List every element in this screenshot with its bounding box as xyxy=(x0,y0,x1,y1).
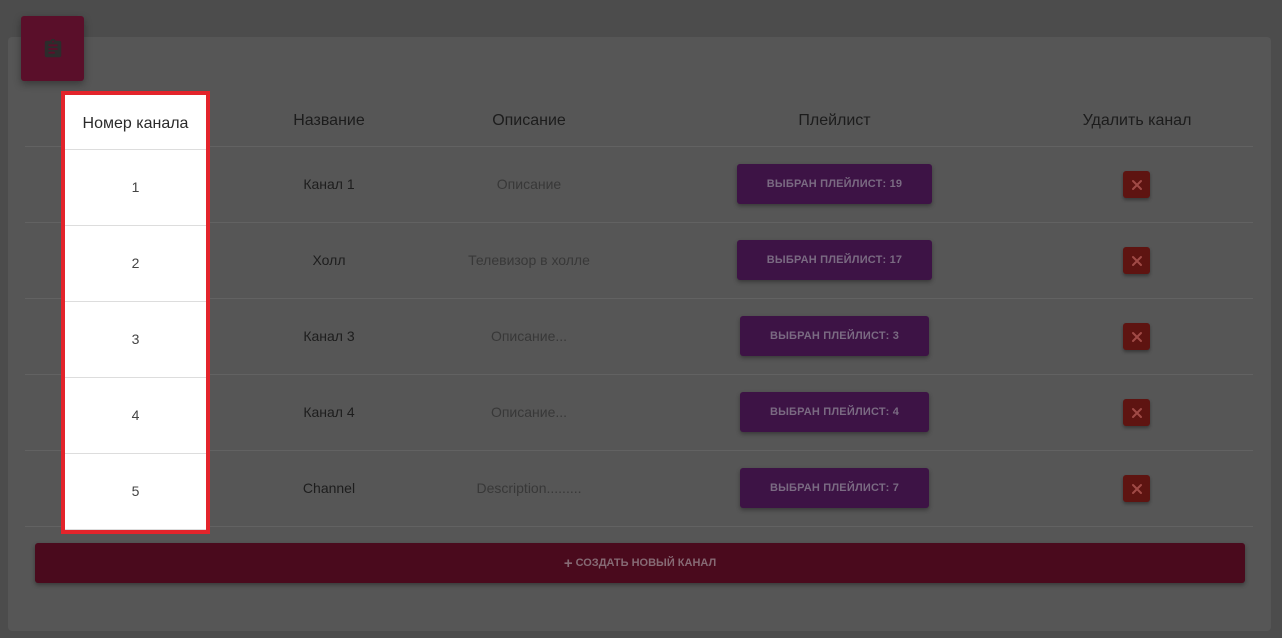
channel-name: Channel xyxy=(302,480,356,496)
channel-description: Описание xyxy=(496,176,562,192)
playlist-button[interactable]: Выбран плейлист: 4 xyxy=(740,392,929,432)
delete-channel-button[interactable] xyxy=(1123,323,1150,350)
card-header-icon xyxy=(21,16,84,81)
close-icon xyxy=(1131,483,1142,494)
channel-number: 1 xyxy=(65,150,206,226)
channel-description: Описание... xyxy=(490,328,568,344)
header-name: Название xyxy=(293,112,365,129)
delete-channel-button[interactable] xyxy=(1123,171,1150,198)
close-icon xyxy=(1131,255,1142,266)
delete-channel-button[interactable] xyxy=(1123,399,1150,426)
delete-channel-button[interactable] xyxy=(1123,247,1150,274)
header-playlist: Плейлист xyxy=(798,112,871,129)
create-channel-label: Создать новый канал xyxy=(575,557,717,569)
channel-description: Description......... xyxy=(476,480,582,496)
channel-description: Телевизор в холле xyxy=(468,252,590,268)
playlist-button[interactable]: Выбран плейлист: 7 xyxy=(740,468,929,508)
close-icon xyxy=(1131,407,1142,418)
plus-icon: + xyxy=(563,554,573,572)
header-delete: Удалить канал xyxy=(1082,112,1192,129)
header-description: Описание xyxy=(492,112,566,129)
close-icon xyxy=(1131,179,1142,190)
clipboard-icon xyxy=(44,38,61,57)
channel-number: 2 xyxy=(65,226,206,302)
channel-name: Канал 4 xyxy=(303,404,355,420)
header-channel-number: Номер канала xyxy=(65,95,206,150)
channel-name: Холл xyxy=(312,252,346,268)
channel-number: 4 xyxy=(65,378,206,454)
delete-channel-button[interactable] xyxy=(1123,475,1150,502)
channel-number: 3 xyxy=(65,302,206,378)
channel-number-column-highlight: Номер канала 1 2 3 4 5 xyxy=(61,91,210,534)
channel-number: 5 xyxy=(65,454,206,530)
playlist-button[interactable]: Выбран плейлист: 19 xyxy=(737,164,932,204)
create-channel-button[interactable]: + Создать новый канал xyxy=(35,543,1245,583)
close-icon xyxy=(1131,331,1142,342)
channel-name: Канал 3 xyxy=(303,328,355,344)
channel-name: Канал 1 xyxy=(303,176,355,192)
playlist-button[interactable]: Выбран плейлист: 17 xyxy=(737,240,932,280)
playlist-button[interactable]: Выбран плейлист: 3 xyxy=(740,316,929,356)
channel-description: Описание... xyxy=(490,404,568,420)
